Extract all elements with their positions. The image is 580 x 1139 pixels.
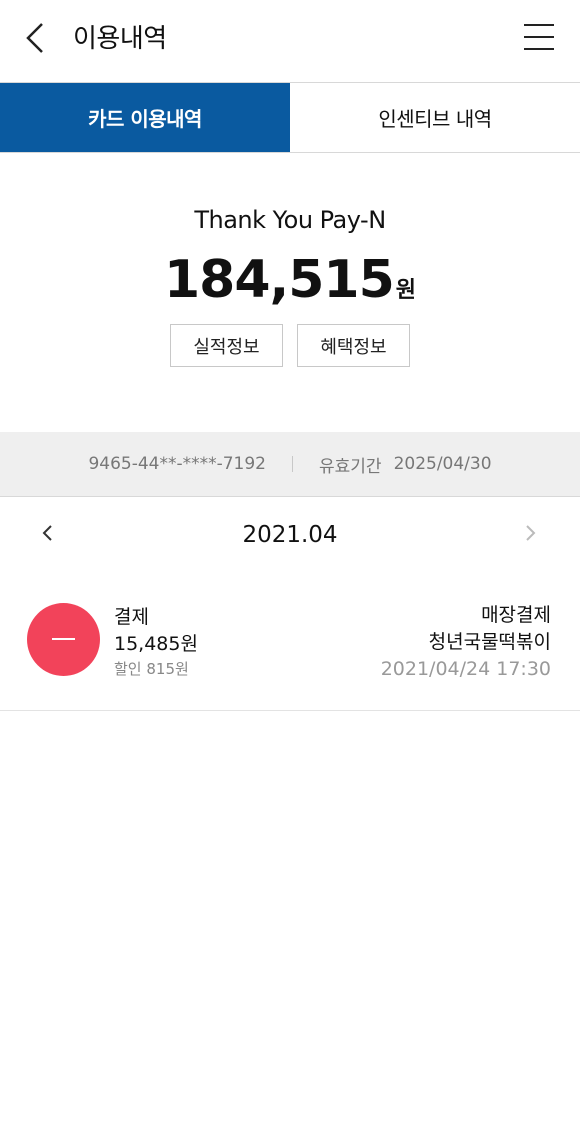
transaction-store: 청년국물떡볶이	[428, 631, 551, 653]
benefit-info-button[interactable]: 혜택정보	[297, 324, 410, 367]
minus-icon	[52, 638, 75, 640]
total-amount: 184,515원	[0, 248, 580, 312]
transaction-datetime: 2021/04/24 17:30	[380, 658, 551, 680]
transaction-method: 매장결제	[481, 604, 551, 626]
app-header: 이용내역	[0, 0, 580, 82]
tab-card-usage[interactable]: 카드 이용내역	[0, 83, 290, 152]
month-label: 2021.04	[242, 522, 338, 548]
next-month-button[interactable]	[518, 518, 544, 548]
page-title: 이용내역	[73, 24, 167, 54]
chevron-left-icon	[26, 23, 43, 53]
transaction-item[interactable]: 결제 15,485원 할인 815원 매장결제 청년국물떡볶이 2021/04/…	[0, 580, 580, 711]
performance-info-button[interactable]: 실적정보	[170, 324, 283, 367]
total-amount-value: 184,515	[163, 250, 395, 310]
total-amount-unit: 원	[395, 278, 417, 303]
card-name: Thank You Pay-N	[194, 206, 386, 234]
month-navigator: 2021.04	[0, 498, 580, 572]
tab-incentive[interactable]: 인센티브 내역	[290, 83, 580, 152]
divider	[292, 456, 293, 472]
card-action-buttons: 실적정보 혜택정보	[0, 324, 580, 367]
card-info-bar: 9465-44**-****-7192 유효기간 2025/04/30	[0, 432, 580, 497]
transaction-type: 결제	[114, 606, 149, 628]
chevron-right-icon	[526, 525, 536, 541]
transaction-discount: 할인 815원	[114, 660, 189, 678]
expiry-date: 2025/04/30	[393, 454, 492, 474]
card-number: 9465-44**-****-7192	[88, 454, 266, 474]
payment-icon	[27, 603, 100, 676]
back-button[interactable]	[18, 18, 58, 58]
transaction-amount: 15,485원	[114, 633, 198, 655]
menu-button[interactable]	[524, 22, 556, 52]
tab-bar: 카드 이용내역 인센티브 내역	[0, 82, 580, 153]
hamburger-menu-icon	[524, 24, 554, 26]
expiry-label: 유효기간	[319, 456, 382, 477]
